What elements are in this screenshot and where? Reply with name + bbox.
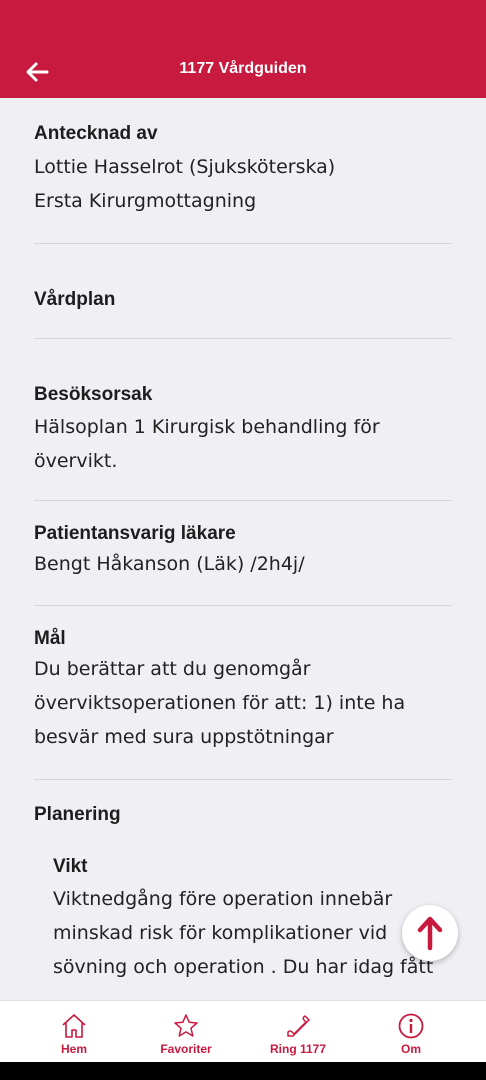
arrow-up-icon (417, 916, 443, 951)
goal-line: besvär med sura uppstötningar (34, 726, 334, 748)
visit-reason-line: Hälsoplan 1 Kirurgisk behandling för (34, 416, 380, 438)
tab-call-label: Ring 1177 (269, 1042, 327, 1056)
weight-line: minskad risk för komplikationer vid (53, 922, 388, 944)
weight-label: Vikt (53, 856, 88, 877)
app-header: 1177 Vårdguiden (0, 0, 486, 98)
doctor-label: Patientansvarig läkare (34, 523, 236, 544)
noted-by-section: Antecknad av Lottie Hasselrot (Sjuksköte… (34, 122, 454, 218)
goal-section: Mål Du berättar att du genomgår övervikt… (34, 628, 454, 754)
planning-label: Planering (34, 804, 121, 825)
goal-line: Du berättar att du genomgår (34, 658, 311, 680)
page-title: 1177 Vårdguiden (179, 60, 307, 77)
visit-reason-section: Besöksorsak Hälsoplan 1 Kirurgisk behand… (34, 384, 454, 478)
goal-label: Mål (34, 628, 66, 649)
tab-about[interactable]: Om (361, 1001, 461, 1063)
home-icon (62, 1014, 86, 1038)
divider (34, 243, 452, 244)
phone-icon (287, 1015, 310, 1037)
weight-line: sövning och operation . Du har idag fått (53, 956, 434, 978)
info-icon (398, 1013, 424, 1039)
noted-by-label: Antecknad av (34, 123, 158, 144)
divider (34, 338, 452, 339)
weight-section: Vikt Viktnedgång före operation innebär … (53, 856, 453, 984)
visit-reason-label: Besöksorsak (34, 384, 153, 405)
divider (34, 779, 452, 780)
record-content[interactable]: Antecknad av Lottie Hasselrot (Sjuksköte… (0, 98, 486, 1000)
planning-section: Planering (34, 804, 454, 826)
tab-favorites-label: Favoriter (160, 1042, 212, 1056)
goal-line: överviktsoperationen för att: 1) inte ha (34, 692, 406, 714)
record-card: Antecknad av Lottie Hasselrot (Sjuksköte… (0, 98, 473, 1000)
bottom-tab-bar: Hem Favoriter Ring 1177 Om (0, 1000, 486, 1063)
care-plan-label: Vårdplan (34, 289, 116, 310)
weight-line: Viktnedgång före operation innebär (53, 888, 393, 910)
tab-about-label: Om (400, 1042, 421, 1056)
tab-call[interactable]: Ring 1177 (248, 1001, 348, 1063)
divider (34, 605, 452, 606)
visit-reason-line: övervikt. (34, 450, 118, 472)
star-icon (174, 1014, 198, 1037)
tab-home[interactable]: Hem (24, 1001, 124, 1063)
noted-by-name: Lottie Hasselrot (Sjuksköterska) (34, 156, 336, 178)
doctor-section: Patientansvarig läkare Bengt Håkanson (L… (34, 523, 454, 581)
tab-favorites[interactable]: Favoriter (136, 1001, 236, 1063)
system-nav-bar (0, 1062, 486, 1080)
care-plan-section: Vårdplan (34, 289, 454, 311)
doctor-value: Bengt Håkanson (Läk) /2h4j/ (34, 553, 305, 575)
noted-by-unit: Ersta Kirurgmottagning (34, 190, 257, 212)
scroll-to-top-button[interactable] (402, 905, 458, 961)
divider (34, 500, 452, 501)
tab-home-label: Hem (60, 1042, 87, 1056)
